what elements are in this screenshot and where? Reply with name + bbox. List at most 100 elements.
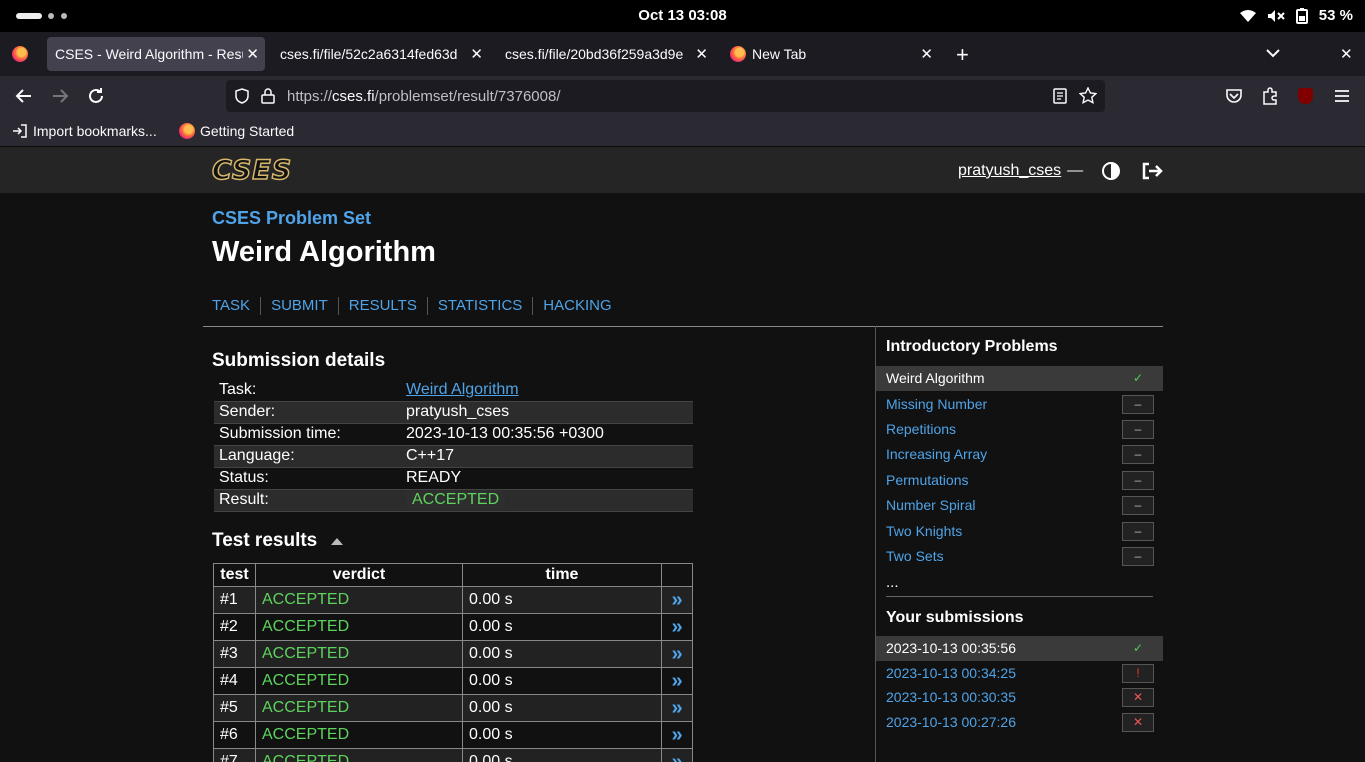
sidebar-submission-item[interactable]: 2023-10-13 00:35:56 ✓	[876, 636, 1163, 661]
tab-label: cses.fi/file/20bd36f259a3d9e	[505, 46, 684, 62]
tab-file-2[interactable]: cses.fi/file/20bd36f259a3d9e ✕	[496, 37, 714, 71]
sidebar-problem-item[interactable]: Repetitions –	[876, 417, 1163, 442]
sidebar-problem-item[interactable]: Number Spiral –	[876, 493, 1163, 518]
view-test-link-icon[interactable]: »	[661, 667, 693, 695]
forward-arrow-icon[interactable]	[49, 85, 71, 107]
submission-status-badge: !	[1122, 664, 1154, 683]
submissions-heading: Your submissions	[886, 609, 1024, 626]
test-verdict: ACCEPTED	[255, 586, 463, 614]
problem-status-badge: –	[1122, 496, 1154, 515]
tab-file-1[interactable]: cses.fi/file/52c2a6314fed63d ✕	[271, 37, 489, 71]
sidebar-submission-item[interactable]: 2023-10-13 00:30:35 ✕	[876, 685, 1163, 710]
more-problems: ...	[886, 574, 899, 591]
firefox-view-icon[interactable]	[12, 46, 28, 62]
address-bar[interactable]: https://cses.fi/problemset/result/737600…	[226, 80, 1105, 112]
view-test-link-icon[interactable]: »	[661, 694, 693, 722]
detail-label: Sender:	[214, 400, 406, 424]
problem-name[interactable]: Two Sets	[886, 548, 944, 564]
submission-time[interactable]: 2023-10-13 00:30:35	[886, 689, 1016, 705]
problem-name[interactable]: Permutations	[886, 472, 968, 488]
nav-hacking[interactable]: HACKING	[543, 297, 621, 315]
sidebar: Introductory Problems Weird Algorithm ✓ Mi…	[875, 326, 1163, 762]
problem-name[interactable]: Number Spiral	[886, 497, 975, 513]
tab-label: CSES - Weird Algorithm - Results	[55, 46, 243, 62]
bookmark-star-icon[interactable]	[1079, 87, 1097, 105]
shield-icon[interactable]	[234, 88, 250, 104]
extensions-puzzle-icon[interactable]	[1262, 87, 1278, 105]
test-number: #5	[213, 694, 256, 722]
problem-name[interactable]: Two Knights	[886, 523, 962, 539]
test-verdict: ACCEPTED	[255, 613, 463, 641]
tab-label: cses.fi/file/52c2a6314fed63d	[280, 46, 458, 62]
theme-contrast-icon[interactable]	[1101, 161, 1121, 181]
list-all-tabs-chevron-icon[interactable]	[1266, 48, 1280, 58]
import-bookmarks-item[interactable]: Import bookmarks...	[12, 123, 157, 139]
test-verdict: ACCEPTED	[255, 667, 463, 695]
sidebar-problem-item[interactable]: Permutations –	[876, 468, 1163, 493]
test-number: #2	[213, 613, 256, 641]
problem-status-badge: –	[1122, 445, 1154, 464]
problem-status-badge: –	[1122, 395, 1154, 414]
problem-name[interactable]: Increasing Array	[886, 446, 987, 462]
view-test-link-icon[interactable]: »	[661, 721, 693, 749]
test-results-heading-row[interactable]: Test results	[212, 530, 344, 552]
tab-new-tab[interactable]: New Tab ✕	[721, 37, 939, 71]
view-test-link-icon[interactable]: »	[661, 640, 693, 668]
table-row: #6 ACCEPTED 0.00 s»	[213, 721, 693, 749]
sidebar-problem-item[interactable]: Increasing Array –	[876, 442, 1163, 467]
test-results-table: test verdict time #1 ACCEPTED 0.00 s» #2 ACC…	[213, 563, 693, 762]
test-verdict: ACCEPTED	[255, 748, 463, 762]
detail-value: C++17	[406, 444, 693, 468]
sidebar-problem-item[interactable]: Weird Algorithm ✓	[876, 366, 1163, 391]
close-tab-icon[interactable]: ✕	[246, 45, 259, 63]
problem-name[interactable]: Missing Number	[886, 396, 987, 412]
nav-task[interactable]: TASK	[212, 297, 262, 315]
getting-started-bookmark[interactable]: Getting Started	[179, 123, 294, 139]
pocket-icon[interactable]	[1225, 88, 1243, 104]
url-text[interactable]: https://cses.fi/problemset/result/737600…	[287, 88, 561, 105]
column-header-time: time	[462, 563, 662, 587]
view-test-link-icon[interactable]: »	[661, 586, 693, 614]
detail-label: Submission time:	[219, 425, 341, 442]
tab-cses-result[interactable]: CSES - Weird Algorithm - Results ✕	[47, 37, 265, 71]
table-row: #4 ACCEPTED 0.00 s»	[213, 667, 693, 695]
nav-submit[interactable]: SUBMIT	[271, 297, 339, 315]
sidebar-submission-item[interactable]: 2023-10-13 00:34:25!	[876, 661, 1163, 686]
sidebar-submission-item[interactable]: 2023-10-13 00:27:26 ✕	[876, 710, 1163, 735]
logout-icon[interactable]	[1141, 161, 1163, 181]
breadcrumb[interactable]: CSES Problem Set	[212, 208, 371, 229]
view-test-link-icon[interactable]: »	[661, 613, 693, 641]
nav-results[interactable]: RESULTS	[349, 297, 428, 315]
nav-statistics[interactable]: STATISTICS	[438, 297, 534, 315]
submission-time[interactable]: 2023-10-13 00:34:25	[886, 665, 1016, 681]
system-tray[interactable]: 53 %	[1239, 7, 1353, 24]
problem-name[interactable]: Repetitions	[886, 421, 956, 437]
sidebar-problem-item[interactable]: Missing Number –	[876, 392, 1163, 417]
close-tab-icon[interactable]: ✕	[470, 45, 483, 63]
navigation-toolbar: https://cses.fi/problemset/result/737600…	[0, 76, 1365, 116]
site-header: CSES pratyush_cses —	[0, 147, 1365, 193]
close-tab-icon[interactable]: ✕	[695, 45, 708, 63]
view-test-link-icon[interactable]: »	[661, 748, 693, 762]
new-tab-plus-icon[interactable]: +	[956, 42, 969, 68]
close-window-icon[interactable]: ✕	[1340, 45, 1353, 63]
ublock-origin-icon[interactable]	[1298, 88, 1313, 104]
reader-view-icon[interactable]	[1053, 88, 1067, 104]
reload-icon[interactable]	[85, 85, 107, 107]
clock[interactable]: Oct 13 03:08	[0, 7, 1365, 24]
column-header-verdict: verdict	[255, 563, 463, 587]
lock-icon[interactable]	[261, 88, 275, 104]
close-tab-icon[interactable]: ✕	[920, 45, 933, 63]
hamburger-menu-icon[interactable]	[1334, 89, 1350, 103]
task-link[interactable]: Weird Algorithm	[406, 381, 519, 398]
sidebar-problem-item[interactable]: Two Sets –	[876, 544, 1163, 569]
sidebar-problem-item[interactable]: Two Knights –	[876, 519, 1163, 544]
collapse-caret-icon[interactable]	[331, 537, 344, 545]
test-time: 0.00 s	[462, 640, 662, 668]
back-arrow-icon[interactable]	[13, 85, 35, 107]
username-link[interactable]: pratyush_cses	[958, 162, 1061, 180]
cses-logo[interactable]: CSES	[211, 154, 292, 187]
task-nav-menu: TASK SUBMIT RESULTS STATISTICS HACKING	[212, 297, 632, 315]
submission-time[interactable]: 2023-10-13 00:27:26	[886, 714, 1016, 730]
battery-icon	[1295, 7, 1308, 24]
